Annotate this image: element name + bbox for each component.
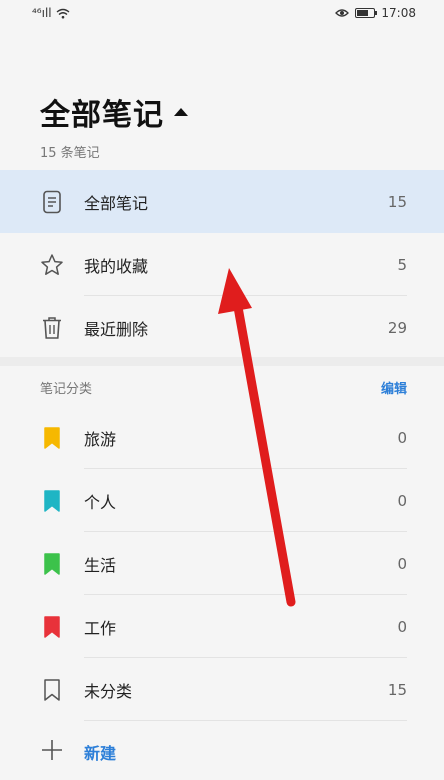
new-label: 新建: [84, 744, 117, 763]
nav-item-favorites[interactable]: 我的收藏 5: [0, 233, 444, 296]
nav-item-count: 15: [387, 192, 407, 211]
plus-icon: [40, 738, 64, 766]
battery-icon: [355, 8, 378, 18]
document-icon: [40, 190, 64, 214]
category-item-work[interactable]: 工作 0: [0, 595, 444, 658]
wifi-icon: [56, 8, 70, 18]
category-item-personal[interactable]: 个人 0: [0, 469, 444, 532]
category-label: 个人: [84, 492, 117, 512]
category-item-life[interactable]: 生活 0: [0, 532, 444, 595]
nav-item-all-notes[interactable]: 全部笔记 15: [0, 170, 444, 233]
category-count: 0: [397, 491, 407, 510]
section-separator: [0, 357, 444, 366]
category-item-travel[interactable]: 旅游 0: [0, 406, 444, 469]
status-right: 17:08: [335, 6, 416, 20]
bookmark-icon: [40, 489, 64, 513]
header: 全部笔记 15 条笔记: [40, 90, 188, 161]
categories-header: 笔记分类 编辑: [40, 378, 407, 397]
bookmark-icon: [40, 426, 64, 450]
status-left: ⁴⁶ıll: [32, 6, 70, 20]
category-count: 15: [387, 680, 407, 699]
eye-icon: [335, 9, 350, 17]
status-time: 17:08: [381, 6, 416, 20]
bookmark-icon: [40, 552, 64, 576]
nav-item-label: 我的收藏: [84, 256, 149, 276]
star-icon: [40, 253, 64, 277]
caret-up-icon[interactable]: [174, 108, 188, 116]
trash-icon: [40, 316, 64, 340]
bookmark-outline-icon: [40, 678, 64, 702]
new-category-button[interactable]: 新建: [40, 738, 116, 766]
nav-item-label: 最近删除: [84, 319, 149, 339]
title-dropdown[interactable]: 全部笔记: [40, 90, 188, 134]
category-item-uncategorized[interactable]: 未分类 15: [0, 658, 444, 721]
bookmark-icon: [40, 615, 64, 639]
note-count: 15 条笔记: [40, 146, 100, 161]
nav-item-recently-deleted[interactable]: 最近删除 29: [0, 296, 444, 359]
category-list: 旅游 0 个人 0 生活 0 工作 0 未分类 15: [0, 406, 444, 721]
main-list: 全部笔记 15 我的收藏 5 最近删除 29: [0, 170, 444, 359]
nav-item-count: 29: [387, 318, 407, 337]
edit-button[interactable]: 编辑: [381, 378, 407, 397]
page-title: 全部笔记: [40, 98, 164, 133]
category-label: 工作: [84, 618, 117, 638]
nav-item-label: 全部笔记: [84, 193, 149, 213]
divider: [84, 720, 407, 721]
nav-item-count: 5: [397, 255, 407, 274]
category-count: 0: [397, 428, 407, 447]
categories-title: 笔记分类: [40, 382, 93, 397]
signal-icon: ⁴⁶ıll: [32, 6, 52, 20]
category-label: 未分类: [84, 681, 133, 701]
category-count: 0: [397, 554, 407, 573]
category-count: 0: [397, 617, 407, 636]
category-label: 生活: [84, 555, 117, 575]
status-bar: ⁴⁶ıll 17:08: [0, 0, 444, 26]
category-label: 旅游: [84, 429, 117, 449]
